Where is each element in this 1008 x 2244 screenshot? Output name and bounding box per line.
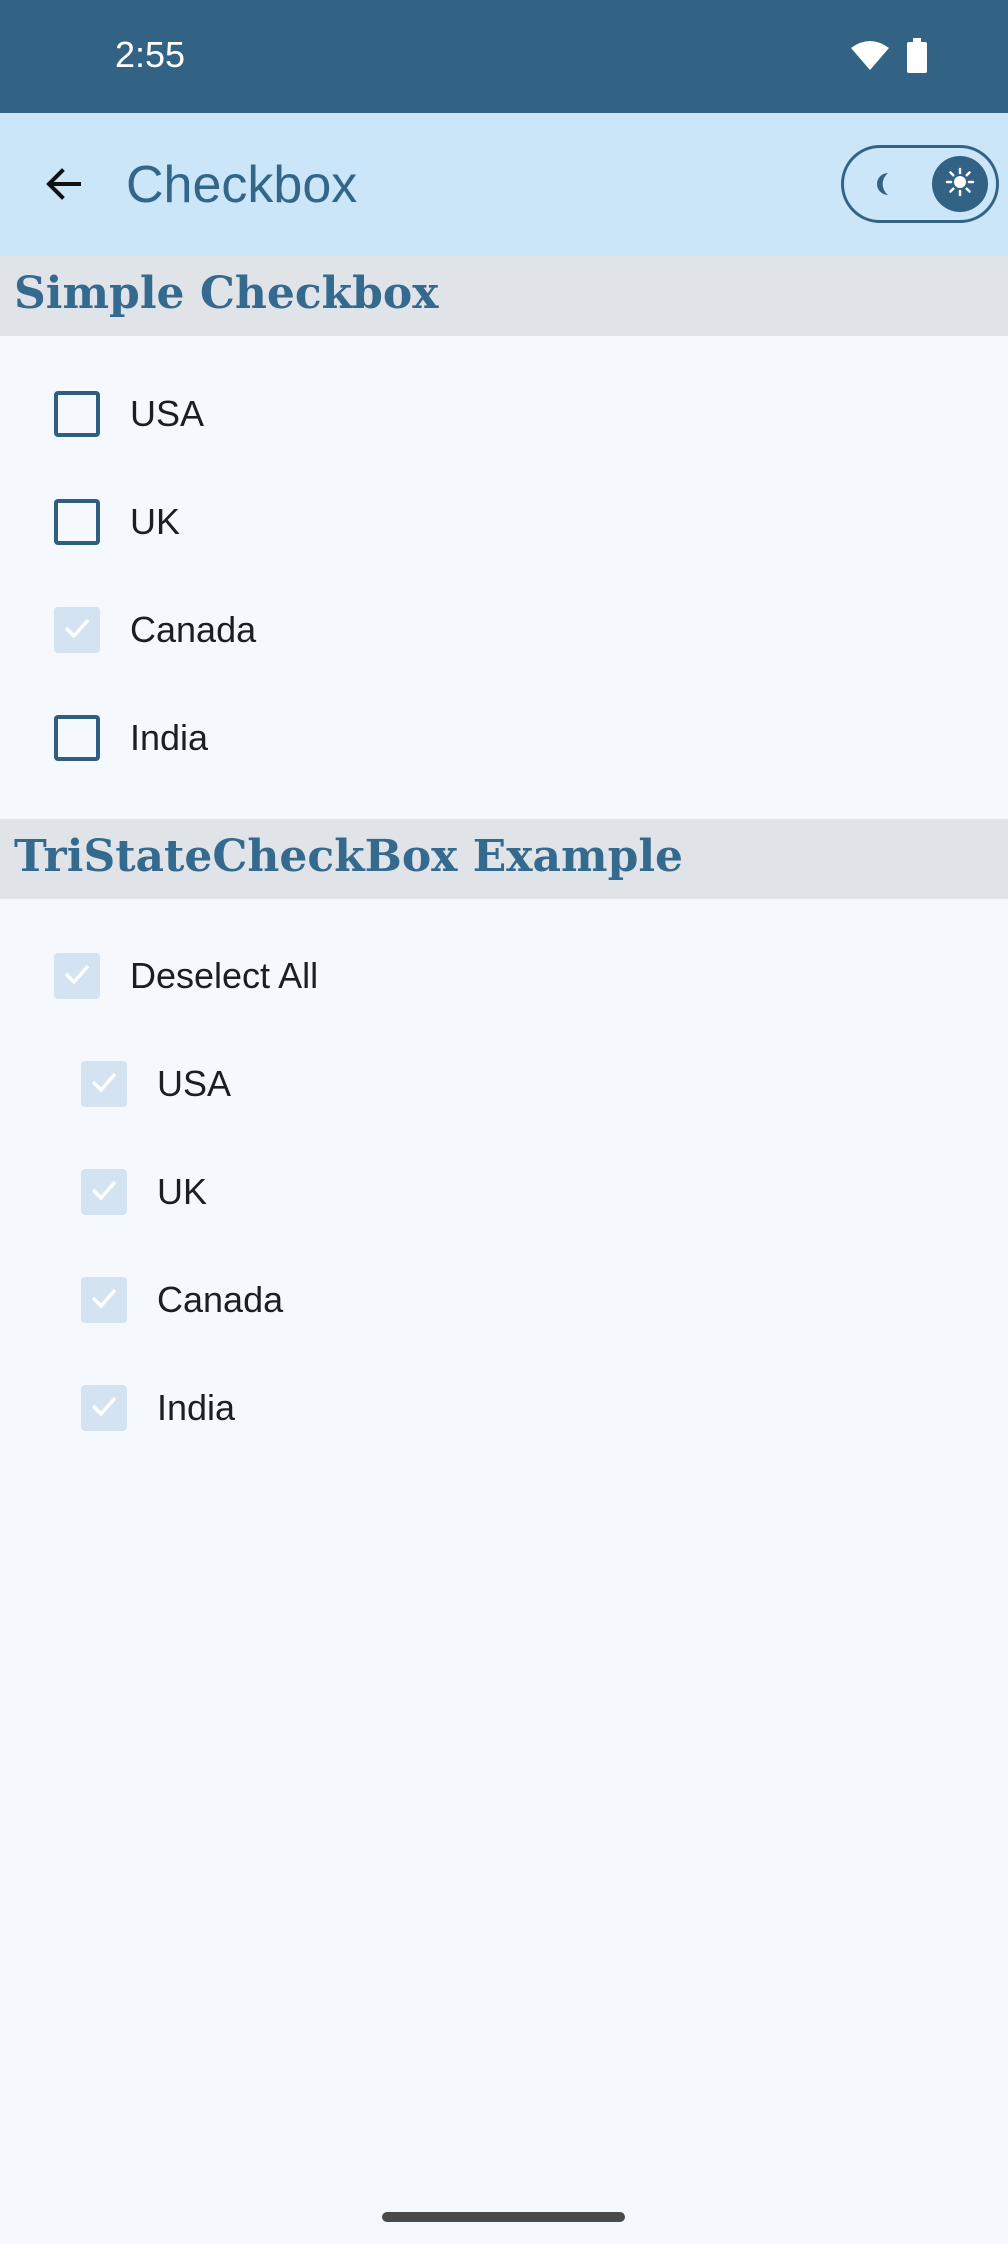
check-icon: [60, 611, 94, 650]
wifi-icon: [850, 40, 890, 77]
arrow-left-icon: [43, 164, 83, 209]
simple-checkbox-row[interactable]: India: [54, 693, 208, 783]
sun-icon: [945, 167, 975, 202]
simple-checkbox-row[interactable]: UK: [54, 477, 180, 567]
page-title: Checkbox: [126, 156, 358, 214]
checkbox[interactable]: [81, 1169, 127, 1215]
checkbox-label: UK: [130, 501, 181, 542]
back-button[interactable]: [30, 153, 96, 219]
tristate-child-row[interactable]: Canada: [81, 1255, 283, 1345]
status-bar: 2:55: [0, 0, 1008, 113]
status-icons: [850, 38, 928, 79]
home-indicator[interactable]: [382, 2212, 625, 2222]
toggle-knob: [932, 156, 988, 212]
checkbox-label: Deselect All: [130, 955, 319, 996]
tristate-child-row[interactable]: India: [81, 1363, 235, 1453]
checkbox-label: India: [130, 717, 209, 758]
app-bar: Checkbox: [0, 113, 1008, 256]
checkbox[interactable]: [81, 1061, 127, 1107]
checkbox[interactable]: [54, 715, 100, 761]
check-icon: [60, 957, 94, 996]
checkbox-label: India: [157, 1387, 236, 1428]
checkbox[interactable]: [54, 607, 100, 653]
status-time: 2:55: [115, 34, 186, 75]
theme-toggle[interactable]: [841, 145, 999, 223]
simple-checkbox-row[interactable]: Canada: [54, 585, 256, 675]
section-title: TriStateCheckBox Example: [14, 831, 684, 882]
check-icon: [87, 1389, 121, 1428]
tristate-parent-row[interactable]: Deselect All: [54, 931, 318, 1021]
moon-icon: [870, 169, 900, 199]
checkbox-label: USA: [157, 1063, 232, 1104]
check-icon: [87, 1065, 121, 1104]
tristate-child-row[interactable]: USA: [81, 1039, 231, 1129]
simple-checkbox-header: Simple Checkbox: [0, 256, 1008, 336]
checkbox-label: Canada: [130, 609, 257, 650]
checkbox-label: USA: [130, 393, 205, 434]
battery-icon: [906, 38, 928, 79]
checkbox[interactable]: [81, 1385, 127, 1431]
checkbox[interactable]: [54, 499, 100, 545]
tristate-child-row[interactable]: UK: [81, 1147, 207, 1237]
checkbox-label: UK: [157, 1171, 208, 1212]
checkbox[interactable]: [81, 1277, 127, 1323]
checkbox[interactable]: [54, 391, 100, 437]
checkbox-label: Canada: [157, 1279, 284, 1320]
tristate-checkbox-header: TriStateCheckBox Example: [0, 819, 1008, 899]
check-icon: [87, 1281, 121, 1320]
check-icon: [87, 1173, 121, 1212]
tristate-checkbox[interactable]: [54, 953, 100, 999]
section-title: Simple Checkbox: [14, 268, 439, 319]
simple-checkbox-row[interactable]: USA: [54, 369, 204, 459]
